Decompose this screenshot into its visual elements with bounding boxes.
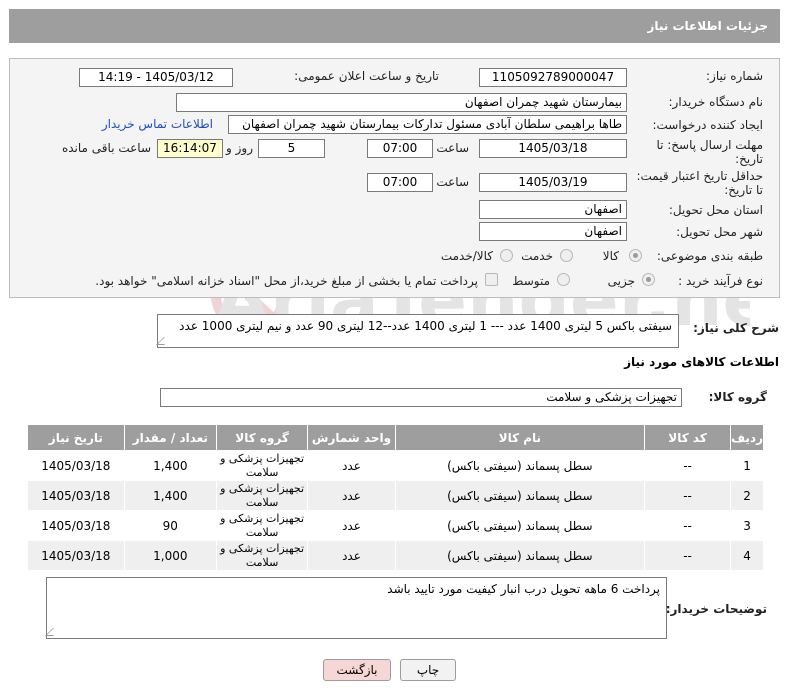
cell-group: تجهیزات پزشکی و سلامت (215, 480, 309, 511)
cell-date: 1405/03/18 (27, 480, 125, 511)
resize-grip-icon[interactable] (156, 337, 172, 345)
cell-code: -- (643, 510, 732, 541)
deadline-date-field: 1405/03/18 (479, 139, 627, 158)
col-group: گروه کالا (215, 424, 309, 451)
validity-label: حداقل تاریخ اعتبار قیمت: (636, 169, 763, 183)
cell-row: 3 (730, 510, 764, 541)
creator-field: طاها براهیمی سلطان آبادی مسئول تدارکات ب… (228, 115, 627, 134)
cell-group: تجهیزات پزشکی و سلامت (215, 510, 309, 541)
resize-grip-icon[interactable] (45, 628, 61, 636)
cell-row: 1 (730, 450, 764, 481)
category-goods-service-radio[interactable] (500, 249, 513, 262)
cell-date: 1405/03/18 (27, 450, 125, 481)
goods-group-field: تجهیزات پزشکی و سلامت (160, 388, 682, 407)
category-goods-label: کالا (602, 249, 619, 263)
col-row: ردیف (730, 424, 764, 451)
validity-time-field: 07:00 (367, 173, 433, 192)
col-qty: تعداد / مقدار (123, 424, 217, 451)
buyer-org-field: بیمارستان شهید چمران اصفهان (176, 93, 627, 112)
city-field: اصفهان (479, 222, 627, 241)
remaining-time-field: 16:14:07 (157, 139, 223, 158)
cell-name: سطل پسماند (سیفتی باکس) (394, 480, 645, 511)
process-label: نوع فرآیند خرید : (678, 274, 763, 288)
validity-label-date: تا تاریخ: (724, 183, 763, 197)
treasury-payment-note: پرداخت تمام یا بخشی از مبلغ خرید،از محل … (95, 274, 478, 288)
city-label: شهر محل تحویل: (676, 225, 763, 239)
cell-row: 2 (730, 480, 764, 511)
announce-field: 1405/03/12 - 14:19 (79, 68, 233, 87)
summary-text: سیفتی باکس 5 لیتری 1400 عدد --- 1 لیتری … (179, 319, 672, 333)
process-medium-radio[interactable] (557, 273, 570, 286)
cell-code: -- (643, 450, 732, 481)
deadline-time-field: 07:00 (367, 139, 433, 158)
cell-code: -- (643, 540, 732, 571)
cell-unit: عدد (307, 540, 396, 571)
deadline-time-label: ساعت (436, 141, 469, 155)
process-medium-label: متوسط (512, 274, 550, 288)
province-label: استان محل تحویل: (668, 203, 763, 217)
summary-label: شرح کلی نیاز: (693, 321, 779, 335)
validity-date-field: 1405/03/19 (479, 173, 627, 192)
cell-unit: عدد (307, 450, 396, 481)
cell-name: سطل پسماند (سیفتی باکس) (394, 450, 645, 481)
cell-unit: عدد (307, 480, 396, 511)
cell-date: 1405/03/18 (27, 510, 125, 541)
remaining-time-label: ساعت باقی مانده (61, 141, 151, 155)
page-title-bar: جزئیات اطلاعات نیاز (9, 9, 780, 43)
announce-label: تاریخ و ساعت اعلان عمومی: (294, 69, 439, 83)
table-row: 4 -- سطل پسماند (سیفتی باکس) عدد تجهیزات… (27, 540, 764, 571)
summary-textarea[interactable]: سیفتی باکس 5 لیتری 1400 عدد --- 1 لیتری … (156, 314, 679, 348)
process-minor-radio[interactable] (642, 273, 655, 286)
category-goods-radio[interactable] (629, 249, 642, 262)
print-button[interactable]: چاپ (400, 659, 456, 681)
buyer-notes-label: توضیحات خریدار: (665, 602, 767, 616)
cell-qty: 90 (123, 510, 217, 541)
table-row: 3 -- سطل پسماند (سیفتی باکس) عدد تجهیزات… (27, 510, 764, 541)
cell-row: 4 (730, 540, 764, 571)
days-label: روز و (226, 141, 253, 155)
col-code: کد کالا (643, 424, 732, 451)
col-date: تاریخ نیاز (27, 424, 125, 451)
cell-date: 1405/03/18 (27, 540, 125, 571)
need-number-field: 1105092789000047 (479, 68, 627, 87)
buyer-contact-link[interactable]: اطلاعات تماس خریدار (102, 117, 213, 131)
days-remaining-field: 5 (258, 139, 325, 158)
goods-section-heading: اطلاعات کالاهای مورد نیاز (624, 355, 779, 369)
category-label: طبقه بندی موضوعی: (656, 249, 763, 263)
col-name: نام کالا (394, 424, 645, 451)
table-row: 1 -- سطل پسماند (سیفتی باکس) عدد تجهیزات… (27, 450, 764, 481)
process-minor-label: جزیی (607, 274, 635, 288)
category-service-radio[interactable] (560, 249, 573, 262)
back-button[interactable]: بازگشت (323, 659, 391, 681)
need-number-label: شماره نیاز: (706, 69, 763, 83)
cell-name: سطل پسماند (سیفتی باکس) (394, 510, 645, 541)
cell-code: -- (643, 480, 732, 511)
cell-name: سطل پسماند (سیفتی باکس) (394, 540, 645, 571)
category-service-label: خدمت (521, 249, 553, 263)
cell-group: تجهیزات پزشکی و سلامت (215, 540, 309, 571)
buyer-org-label: نام دستگاه خریدار: (668, 95, 764, 109)
goods-group-label: گروه کالا: (708, 390, 767, 404)
cell-group: تجهیزات پزشکی و سلامت (215, 450, 309, 481)
deadline-label-date: تاریخ: (735, 152, 763, 166)
goods-table: ردیف کد کالا نام کالا واحد شمارش گروه کا… (27, 424, 764, 571)
table-row: 2 -- سطل پسماند (سیفتی باکس) عدد تجهیزات… (27, 480, 764, 511)
buyer-notes-textarea[interactable]: پرداخت 6 ماهه تحویل درب انبار کیفیت مورد… (45, 577, 667, 639)
col-unit: واحد شمارش (307, 424, 396, 451)
cell-qty: 1,000 (123, 540, 217, 571)
creator-label: ایجاد کننده درخواست: (652, 118, 763, 132)
cell-unit: عدد (307, 510, 396, 541)
details-panel: شماره نیاز: 1105092789000047 تاریخ و ساع… (9, 58, 780, 298)
category-goods-service-label: کالا/خدمت (440, 249, 493, 263)
goods-table-header: ردیف کد کالا نام کالا واحد شمارش گروه کا… (27, 424, 764, 451)
treasury-payment-checkbox[interactable] (485, 273, 498, 286)
cell-qty: 1,400 (123, 480, 217, 511)
validity-time-label: ساعت (436, 175, 469, 189)
page-title: جزئیات اطلاعات نیاز (647, 19, 768, 33)
cell-qty: 1,400 (123, 450, 217, 481)
deadline-label: مهلت ارسال پاسخ: تا (656, 138, 763, 152)
province-field: اصفهان (479, 200, 627, 219)
buyer-notes-text: پرداخت 6 ماهه تحویل درب انبار کیفیت مورد… (387, 582, 660, 596)
